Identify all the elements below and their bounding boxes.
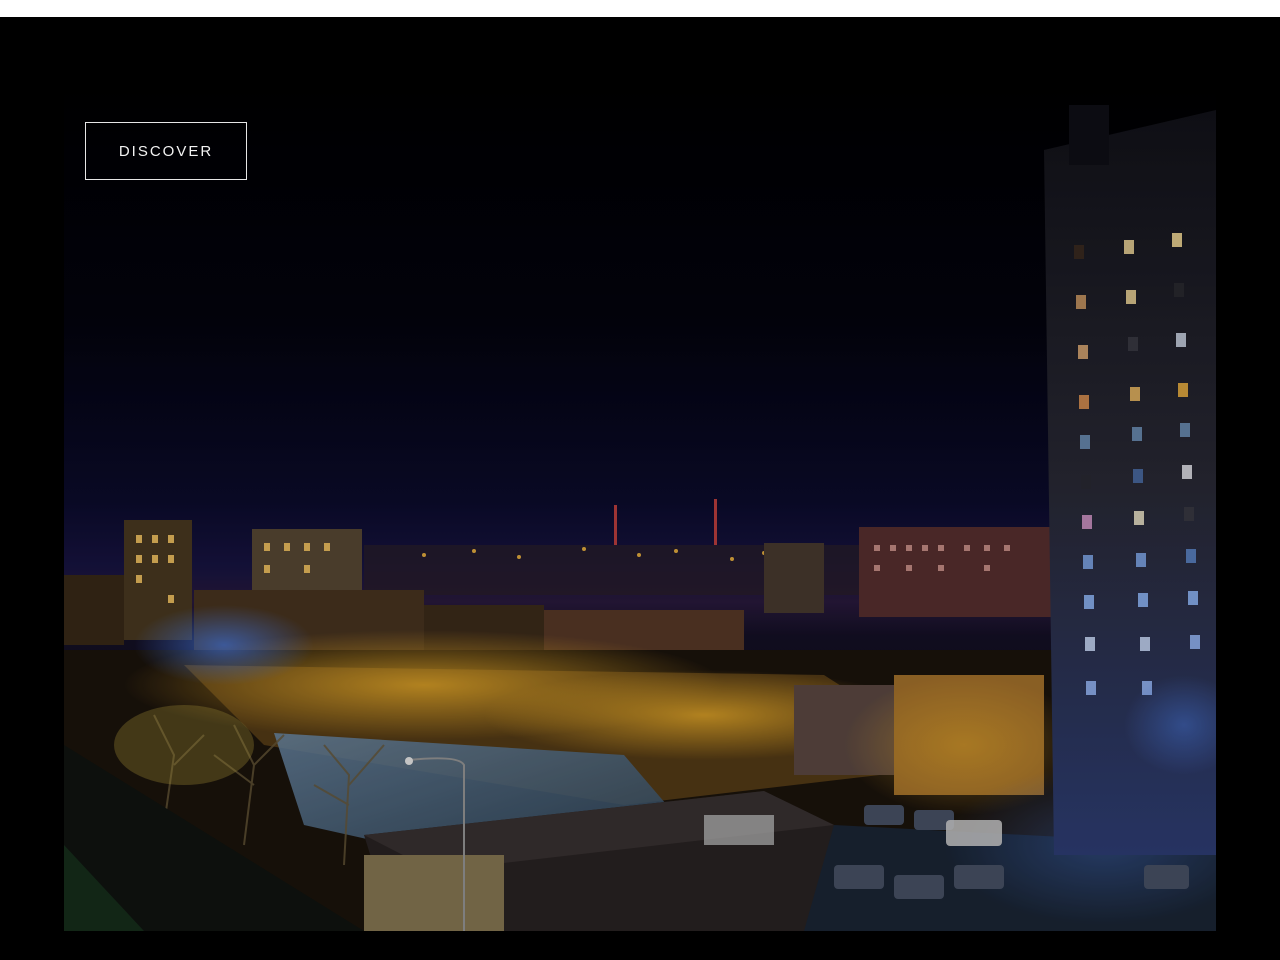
discover-button[interactable]: DISCOVER [85, 122, 247, 180]
hero-section: DISCOVER [0, 17, 1280, 960]
top-bar [0, 0, 1280, 17]
city-night-photo [64, 65, 1216, 931]
